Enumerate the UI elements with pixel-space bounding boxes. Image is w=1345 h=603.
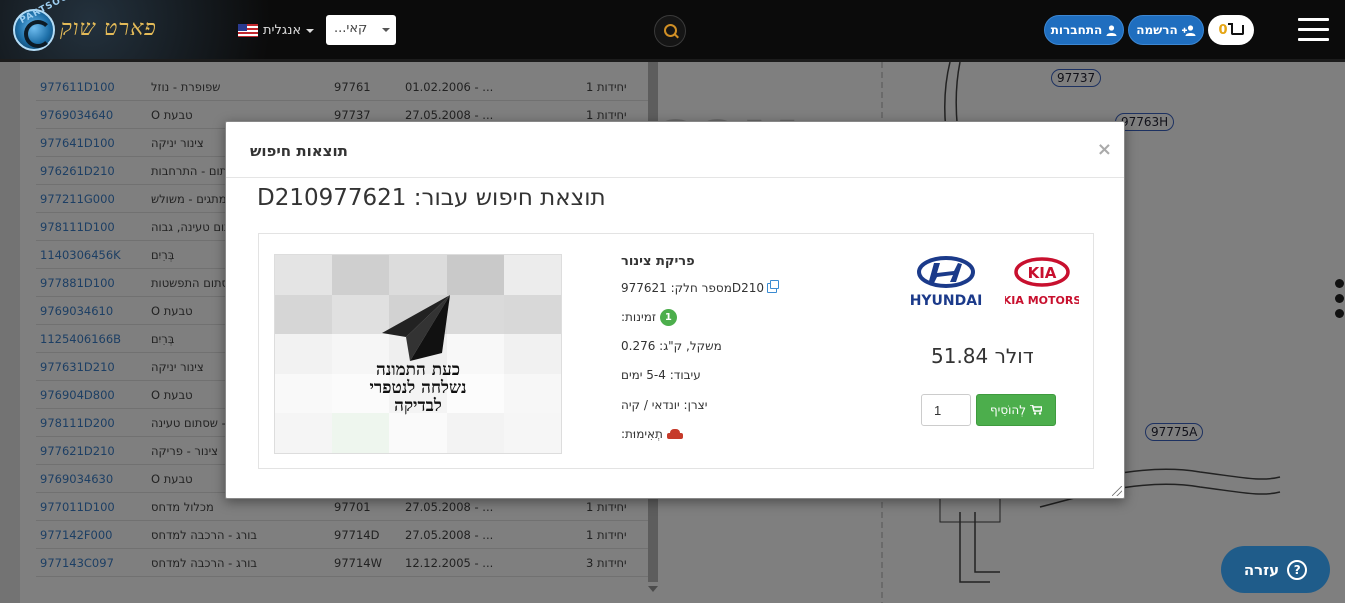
add-to-cart-button[interactable]: לְהוֹסִיף xyxy=(976,394,1056,426)
login-label: התחברות xyxy=(1050,23,1103,37)
us-flag-icon xyxy=(238,24,258,37)
register-button[interactable]: הרשמה xyxy=(1128,15,1204,45)
availability-badge: 1 xyxy=(659,309,677,326)
result-heading: D210תוצאת חיפוש עבור: 977621 xyxy=(257,185,606,211)
user-plus-icon xyxy=(1181,24,1196,36)
availability-label: זמינות: xyxy=(621,310,656,324)
quantity-input[interactable] xyxy=(921,394,971,426)
part-number-row: D210מספר חלק: 977621 xyxy=(621,280,780,295)
top-navbar: PARTSOUQ פארט שוק אנגלית ...קאי התחברות … xyxy=(0,0,1345,62)
chevron-down-icon xyxy=(306,28,315,33)
login-button[interactable]: התחברות xyxy=(1044,15,1124,45)
kia-logo: KIA KIA MOTORS xyxy=(1005,257,1079,307)
image-overlay: כעת התמונה נשלחה לנטפרי לבדיקה xyxy=(275,255,561,453)
cart-icon xyxy=(1227,23,1244,35)
availability-row: 1 זמינות: xyxy=(621,309,677,326)
copy-icon[interactable] xyxy=(767,280,780,293)
add-label: לְהוֹסִיף xyxy=(989,403,1027,417)
make-select-value: ...קאי xyxy=(334,21,368,36)
cart-icon xyxy=(1030,405,1043,415)
manufacturer-row: יצרן: יונדאי / קיה xyxy=(621,398,708,412)
logo-text[interactable]: פארט שוק xyxy=(60,15,157,41)
help-button[interactable]: עזרה ? xyxy=(1221,546,1330,593)
hyundai-logo: HYUNDAI xyxy=(910,256,983,308)
paper-plane-icon xyxy=(382,295,450,361)
car-icon[interactable] xyxy=(666,429,683,440)
image-text-line: כעת התמונה xyxy=(375,360,461,380)
processing-row: עיבוד: 5-4 ימים xyxy=(621,368,701,382)
kia-logo-text: KIA xyxy=(1028,264,1057,282)
help-label: עזרה xyxy=(1243,560,1280,579)
cart-button[interactable]: 0 xyxy=(1208,15,1254,45)
language-label: אנגלית xyxy=(263,23,302,38)
part-number[interactable]: D210מספר חלק: 977621 xyxy=(621,281,764,295)
user-icon xyxy=(1106,24,1117,36)
chevron-down-icon xyxy=(382,28,390,32)
cart-count: 0 xyxy=(1218,22,1228,38)
image-placeholder-text: כעת התמונה נשלחה לנטפרי לבדיקה xyxy=(275,361,561,415)
modal-title: תוצאות חיפוש xyxy=(250,142,348,160)
hamburger-menu-icon[interactable] xyxy=(1298,18,1329,42)
hyundai-wordmark: HYUNDAI xyxy=(910,293,983,308)
product-image[interactable]: כעת התמונה נשלחה לנטפרי לבדיקה xyxy=(274,254,562,454)
image-text-line: לבדיקה xyxy=(394,396,442,416)
compatibility-label[interactable]: תְאִימוּת: xyxy=(621,427,663,441)
compatibility-row[interactable]: תְאִימוּת: xyxy=(621,427,683,441)
search-results-modal: תוצאות חיפוש × D210תוצאת חיפוש עבור: 977… xyxy=(225,121,1125,499)
language-selector[interactable]: אנגלית xyxy=(238,23,315,38)
question-icon: ? xyxy=(1287,559,1308,580)
register-label: הרשמה xyxy=(1136,23,1178,37)
make-select[interactable]: ...קאי xyxy=(326,15,396,45)
search-icon[interactable] xyxy=(654,15,686,47)
weight-row: משקל, ק"ג: 0.276 xyxy=(621,339,722,353)
modal-header: תוצאות חיפוש × xyxy=(226,122,1124,178)
kia-motors-wordmark: KIA MOTORS xyxy=(1005,294,1079,307)
product-price: 51.84 דולר xyxy=(931,344,1034,368)
image-text-line: נשלחה לנטפרי xyxy=(369,378,467,398)
close-icon[interactable]: × xyxy=(1097,139,1112,160)
product-name: פריקת צינור xyxy=(621,254,695,269)
product-card: כעת התמונה נשלחה לנטפרי לבדיקה פריקת צינ… xyxy=(258,233,1094,469)
resize-handle-icon[interactable] xyxy=(1112,486,1122,496)
